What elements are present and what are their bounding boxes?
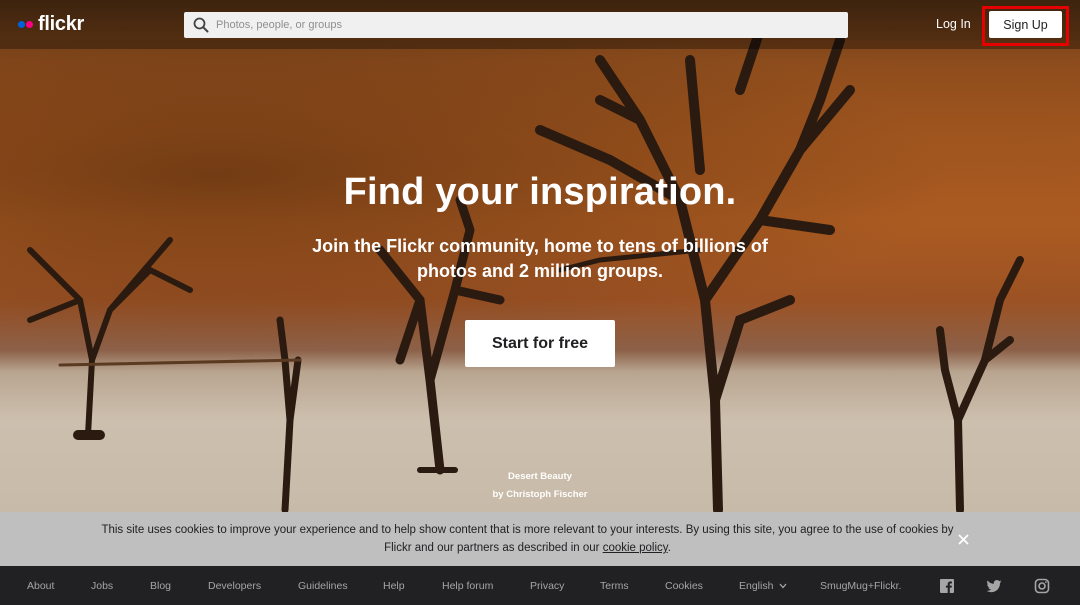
footer-link-help-forum[interactable]: Help forum [442, 580, 493, 592]
flickr-logo[interactable]: flickr [18, 13, 84, 36]
signup-button[interactable]: Sign Up [989, 11, 1062, 38]
hero-headline: Find your inspiration. [343, 171, 737, 213]
cookie-banner: This site uses cookies to improve your e… [0, 512, 1080, 566]
top-navigation-bar: flickr Log In Sign Up [0, 0, 1080, 49]
hero-subline: Join the Flickr community, home to tens … [312, 236, 768, 281]
close-cookie-banner-button[interactable] [954, 530, 972, 548]
footer-link-privacy[interactable]: Privacy [530, 580, 564, 592]
search-icon[interactable] [188, 12, 214, 38]
start-for-free-button[interactable]: Start for free [465, 320, 615, 367]
login-link[interactable]: Log In [936, 17, 971, 31]
footer-link-about[interactable]: About [27, 580, 54, 592]
search-input[interactable] [216, 13, 816, 37]
footer-link-guidelines[interactable]: Guidelines [298, 580, 348, 592]
footer-link-cookies[interactable]: Cookies [665, 580, 703, 592]
twitter-icon[interactable] [986, 578, 1002, 594]
chevron-down-icon [779, 583, 787, 589]
footer-link-terms[interactable]: Terms [600, 580, 629, 592]
footer-link-smugmug[interactable]: SmugMug+Flickr. [820, 580, 901, 592]
cookie-text-body: This site uses cookies to improve your e… [101, 524, 954, 554]
logo-pink-dot [26, 21, 33, 28]
cookie-banner-text: This site uses cookies to improve your e… [100, 521, 955, 557]
facebook-icon[interactable] [939, 578, 955, 594]
footer: About Jobs Blog Developers Guidelines He… [0, 566, 1080, 605]
language-selector[interactable]: English [739, 580, 787, 592]
footer-link-help[interactable]: Help [383, 580, 405, 592]
cookie-policy-link[interactable]: cookie policy [603, 542, 668, 554]
close-icon[interactable] [957, 533, 969, 545]
language-label: English [739, 580, 774, 592]
instagram-icon[interactable] [1034, 578, 1050, 594]
cookie-text-end: . [667, 542, 671, 554]
footer-link-developers[interactable]: Developers [208, 580, 261, 592]
logo-wordmark: flickr [38, 13, 85, 35]
logo-blue-dot [18, 21, 25, 28]
photo-author-link[interactable]: by Christoph Fischer [440, 486, 640, 504]
footer-link-blog[interactable]: Blog [150, 580, 171, 592]
search-bar[interactable] [184, 12, 848, 38]
photo-title-link[interactable]: Desert Beauty [440, 468, 640, 486]
footer-link-jobs[interactable]: Jobs [91, 580, 113, 592]
photo-attribution: Desert Beauty by Christoph Fischer [440, 468, 640, 504]
